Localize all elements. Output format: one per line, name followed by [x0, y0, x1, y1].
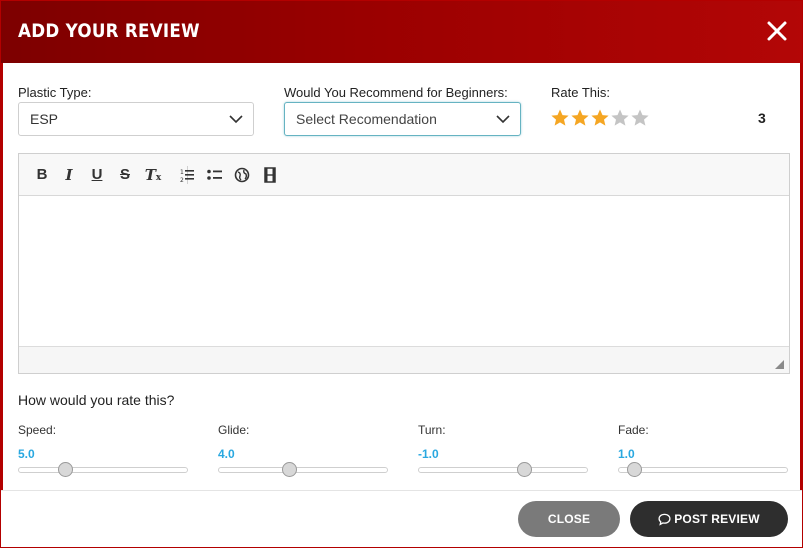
flight-rating-title: How would you rate this?: [18, 392, 175, 408]
glide-slider-thumb[interactable]: [281, 462, 297, 477]
close-button[interactable]: CLOSE: [518, 501, 620, 537]
star-rating[interactable]: [550, 108, 650, 128]
svg-text:1: 1: [180, 169, 184, 176]
media-film-icon[interactable]: [259, 164, 281, 186]
star-filled-icon[interactable]: [590, 108, 610, 128]
editor-text-area[interactable]: [19, 196, 789, 346]
comment-icon: [658, 513, 671, 526]
glide-value: 4.0: [218, 447, 235, 461]
star-filled-icon[interactable]: [550, 108, 570, 128]
fade-slider-thumb[interactable]: [627, 462, 643, 477]
star-filled-icon[interactable]: [570, 108, 590, 128]
review-modal: ADD YOUR REVIEW Plastic Type: ESP Would …: [0, 0, 803, 548]
editor-toolbar: B I U S Tx 1 2: [19, 154, 789, 196]
italic-icon[interactable]: I: [58, 164, 80, 186]
fade-value: 1.0: [618, 447, 635, 461]
close-icon[interactable]: [765, 19, 789, 43]
post-review-label: POST REVIEW: [674, 512, 760, 526]
turn-slider-thumb[interactable]: [517, 462, 533, 477]
bold-icon[interactable]: B: [31, 164, 53, 186]
chevron-down-icon: [496, 115, 510, 124]
resize-handle-icon[interactable]: [775, 360, 784, 369]
turn-value: -1.0: [418, 447, 439, 461]
review-editor: B I U S Tx 1 2: [18, 153, 790, 374]
speed-label: Speed:: [18, 423, 57, 437]
modal-right-border: [800, 63, 802, 547]
recommend-placeholder: Select Recomendation: [296, 111, 437, 127]
numbered-list-icon[interactable]: 1 2: [176, 164, 198, 186]
star-empty-icon[interactable]: [630, 108, 650, 128]
editor-status-bar: [19, 346, 789, 373]
post-review-button[interactable]: POST REVIEW: [630, 501, 788, 537]
chevron-down-icon: [229, 115, 243, 124]
rate-this-label: Rate This:: [551, 85, 611, 100]
close-button-label: CLOSE: [547, 512, 591, 526]
bulleted-list-icon[interactable]: [204, 164, 226, 186]
speed-slider-track[interactable]: [18, 467, 188, 473]
modal-left-border: [1, 63, 3, 547]
speed-value: 5.0: [18, 447, 35, 461]
recommend-label: Would You Recommend for Beginners:: [284, 85, 508, 100]
glide-slider-track[interactable]: [218, 467, 388, 473]
glide-label: Glide:: [218, 423, 250, 437]
modal-title: ADD YOUR REVIEW: [18, 20, 200, 42]
plastic-type-label: Plastic Type:: [18, 85, 92, 100]
modal-header: ADD YOUR REVIEW: [1, 1, 802, 63]
svg-text:2: 2: [180, 177, 184, 184]
underline-icon[interactable]: U: [86, 164, 108, 186]
turn-slider-track[interactable]: [418, 467, 588, 473]
turn-label: Turn:: [418, 423, 446, 437]
speed-slider-thumb[interactable]: [58, 462, 74, 477]
link-globe-icon[interactable]: [231, 164, 253, 186]
plastic-type-select[interactable]: ESP: [18, 102, 254, 136]
clear-format-icon[interactable]: Tx: [142, 164, 164, 186]
star-empty-icon[interactable]: [610, 108, 630, 128]
strikethrough-icon[interactable]: S: [114, 164, 136, 186]
fade-slider-track[interactable]: [618, 467, 788, 473]
recommend-select[interactable]: Select Recomendation: [284, 102, 521, 136]
plastic-type-value: ESP: [30, 111, 59, 127]
rating-value: 3: [758, 110, 766, 126]
fade-label: Fade:: [618, 423, 649, 437]
